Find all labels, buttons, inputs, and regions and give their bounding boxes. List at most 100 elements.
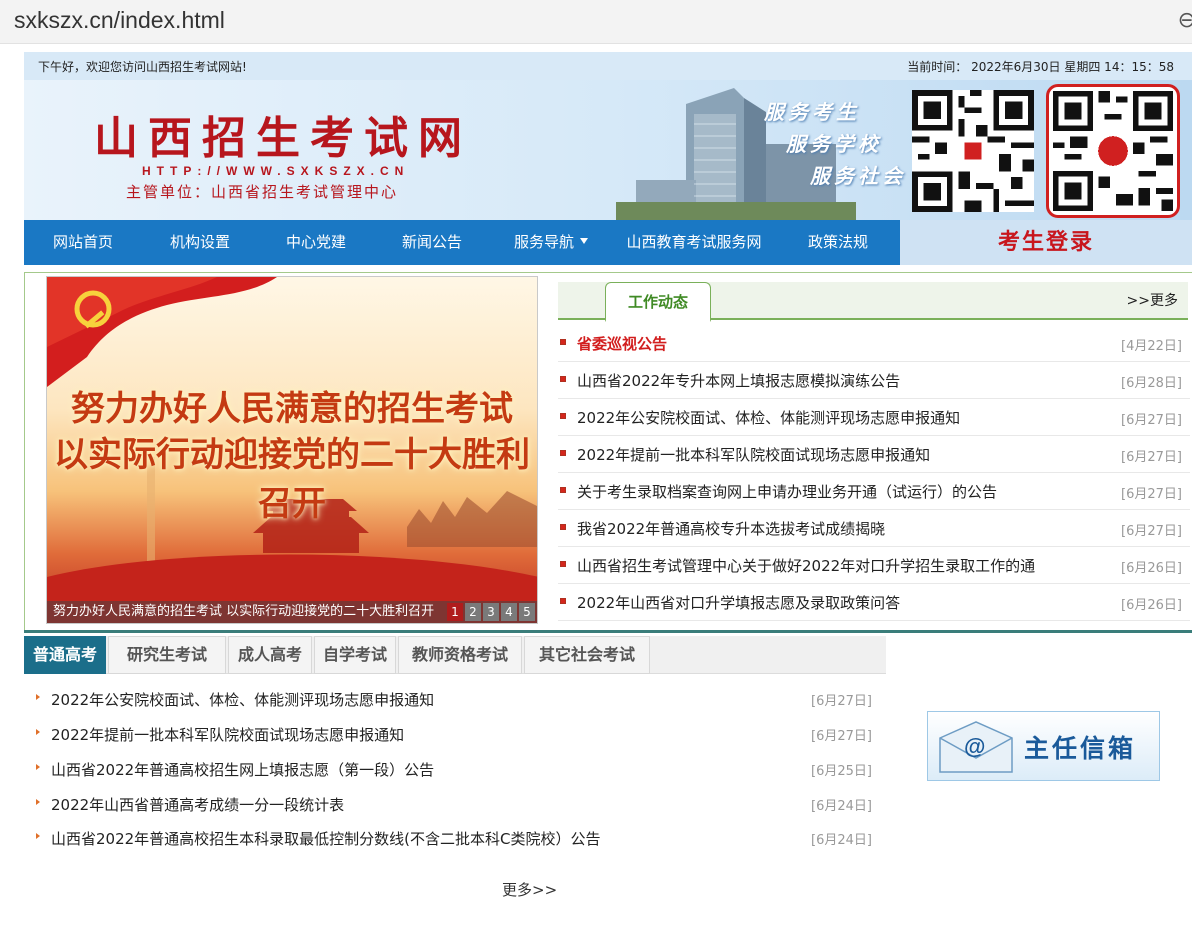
nav-label: 山西教育考试服务网 bbox=[626, 233, 762, 251]
news-item: 2022年公安院校面试、体检、体能测评现场志愿申报通知 [6月27日] bbox=[558, 399, 1190, 436]
qr-code-icon bbox=[1046, 84, 1180, 218]
nav-item-party[interactable]: 中心党建 bbox=[258, 220, 374, 265]
nav-item-exam-service[interactable]: 山西教育考试服务网 bbox=[612, 220, 776, 265]
news-title[interactable]: 2022年公安院校面试、体检、体能测评现场志愿申报通知 bbox=[577, 407, 960, 428]
list-item-title[interactable]: 2022年提前一批本科军队院校面试现场志愿申报通知 bbox=[51, 724, 404, 745]
tab-graduate-exam[interactable]: 研究生考试 bbox=[108, 636, 226, 674]
section-divider bbox=[24, 630, 1192, 633]
news-date: [4月22日] bbox=[1121, 339, 1182, 354]
address-url[interactable]: sxkszx.cn/index.html bbox=[14, 7, 225, 34]
news-title[interactable]: 山西省2022年专升本网上填报志愿模拟演练公告 bbox=[577, 370, 900, 391]
site-banner: 山西招生考试网 HTTP://WWW.SXKSZX.CN 主管单位：山西省招生考… bbox=[24, 80, 1192, 220]
nav-label: 服务导航 bbox=[513, 233, 574, 251]
news-item: 关于考生录取档案查询网上申请办理业务开通（试运行）的公告 [6月27日] bbox=[558, 473, 1190, 510]
list-item-title[interactable]: 山西省2022年普通高校招生网上填报志愿（第一段）公告 bbox=[51, 759, 434, 780]
main-nav: 网站首页 机构设置 中心党建 新闻公告 服务导航 山西教育考试服务网 政策法规 bbox=[24, 220, 900, 265]
bullet-icon bbox=[560, 376, 566, 382]
nav-item-policy[interactable]: 政策法规 bbox=[776, 220, 900, 265]
list-item-date: [6月27日] bbox=[811, 729, 872, 744]
nav-label: 网站首页 bbox=[52, 233, 113, 251]
slide-page-2[interactable]: 2 bbox=[465, 603, 481, 621]
bullet-icon bbox=[560, 450, 566, 456]
slogan-1: 服务考生 bbox=[764, 100, 860, 124]
bullet-icon bbox=[560, 561, 566, 567]
news-title[interactable]: 关于考生录取档案查询网上申请办理业务开通（试运行）的公告 bbox=[577, 481, 997, 502]
nav-label: 政策法规 bbox=[807, 233, 868, 251]
welcome-text: 下午好，欢迎您访问山西招生考试网站! bbox=[38, 60, 247, 74]
browser-address-bar: sxkszx.cn/index.html ⊖ bbox=[0, 0, 1192, 44]
exam-tabs: 普通高考 研究生考试 成人高考 自学考试 教师资格考试 其它社会考试 bbox=[24, 636, 886, 674]
tab-gaokao[interactable]: 普通高考 bbox=[24, 636, 106, 674]
slide-headline-2: 以实际行动迎接党的二十大胜利召开 bbox=[54, 435, 530, 524]
work-more-link[interactable]: >>更多 bbox=[1127, 290, 1178, 310]
nav-label: 新闻公告 bbox=[401, 233, 462, 251]
bullet-icon bbox=[560, 339, 566, 345]
list-item-date: [6月27日] bbox=[811, 694, 872, 709]
slogan-2: 服务学校 bbox=[786, 132, 882, 156]
nav-label: 中心党建 bbox=[285, 233, 346, 251]
news-item: 山西省招生考试管理中心关于做好2022年对口升学招生录取工作的通 [6月26日] bbox=[558, 547, 1190, 584]
tab-self-study[interactable]: 自学考试 bbox=[314, 636, 396, 674]
top-strip: 下午好，欢迎您访问山西招生考试网站! 当前时间： 2022年6月30日 星期四 … bbox=[24, 52, 1192, 80]
mail-at-icon: @ bbox=[939, 721, 1013, 773]
news-item: 2022年山西省对口升学填报志愿及录取政策问答 [6月26日] bbox=[558, 584, 1190, 621]
list-item-title[interactable]: 2022年公安院校面试、体检、体能测评现场志愿申报通知 bbox=[51, 689, 434, 710]
arrow-icon bbox=[36, 694, 40, 700]
list-item-title[interactable]: 2022年山西省普通高考成绩一分一段统计表 bbox=[51, 794, 344, 815]
nav-item-organization[interactable]: 机构设置 bbox=[142, 220, 258, 265]
nav-item-service[interactable]: 服务导航 bbox=[490, 220, 612, 265]
slide-page-1[interactable]: 1 bbox=[447, 603, 463, 621]
current-time: 当前时间： 2022年6月30日 星期四 14：15：58 bbox=[907, 60, 1174, 74]
news-date: [6月27日] bbox=[1121, 450, 1182, 465]
director-mailbox-button[interactable]: @ 主任信箱 bbox=[927, 711, 1160, 781]
bullet-icon bbox=[560, 487, 566, 493]
nav-item-news[interactable]: 新闻公告 bbox=[374, 220, 490, 265]
bullet-icon bbox=[560, 598, 566, 604]
slideshow[interactable]: 努力办好人民满意的招生考试 以实际行动迎接党的二十大胜利召开 努力办好人民满意的… bbox=[46, 276, 538, 624]
list-item: 山西省2022年普通高校招生本科录取最低控制分数线(不含二批本科C类院校）公告 … bbox=[24, 820, 886, 854]
news-item: 我省2022年普通高校专升本选拔考试成绩揭晓 [6月27日] bbox=[558, 510, 1190, 547]
tab-work-news[interactable]: 工作动态 bbox=[605, 282, 711, 322]
news-date: [6月27日] bbox=[1121, 413, 1182, 428]
work-news-header: 工作动态 >>更多 bbox=[558, 282, 1188, 322]
list-item: 2022年山西省普通高考成绩一分一段统计表 [6月24日] bbox=[24, 786, 886, 820]
news-date: [6月27日] bbox=[1121, 487, 1182, 502]
arrow-icon bbox=[36, 833, 40, 839]
student-login-button[interactable]: 考生登录 bbox=[900, 220, 1192, 265]
list-item: 2022年提前一批本科军队院校面试现场志愿申报通知 [6月27日] bbox=[24, 716, 886, 750]
slide-headline-1: 努力办好人民满意的招生考试 bbox=[71, 389, 513, 429]
bullet-icon bbox=[560, 413, 566, 419]
arrow-icon bbox=[36, 764, 40, 770]
news-item: 山西省2022年专升本网上填报志愿模拟演练公告 [6月28日] bbox=[558, 362, 1190, 399]
news-title[interactable]: 省委巡视公告 bbox=[577, 333, 667, 354]
site-title: 山西招生考试网 bbox=[94, 113, 472, 164]
slide-page-3[interactable]: 3 bbox=[483, 603, 499, 621]
slide-pager: 1 2 3 4 5 bbox=[447, 603, 535, 621]
news-date: [6月26日] bbox=[1121, 561, 1182, 576]
nav-item-home[interactable]: 网站首页 bbox=[24, 220, 142, 265]
news-item: 2022年提前一批本科军队院校面试现场志愿申报通知 [6月27日] bbox=[558, 436, 1190, 473]
tab-other-exams[interactable]: 其它社会考试 bbox=[524, 636, 650, 674]
tab-teacher-cert[interactable]: 教师资格考试 bbox=[398, 636, 522, 674]
arrow-icon bbox=[36, 799, 40, 805]
slide-page-5[interactable]: 5 bbox=[519, 603, 535, 621]
list-item-date: [6月24日] bbox=[811, 833, 872, 848]
news-item: 省委巡视公告 [4月22日] bbox=[558, 325, 1190, 362]
news-title[interactable]: 2022年提前一批本科军队院校面试现场志愿申报通知 bbox=[577, 444, 930, 465]
list-item-date: [6月25日] bbox=[811, 764, 872, 779]
news-title[interactable]: 2022年山西省对口升学填报志愿及录取政策问答 bbox=[577, 592, 900, 613]
zoom-icon[interactable]: ⊖ bbox=[1178, 8, 1192, 33]
tab-adult-exam[interactable]: 成人高考 bbox=[228, 636, 312, 674]
nav-label: 机构设置 bbox=[169, 233, 230, 251]
news-title[interactable]: 山西省招生考试管理中心关于做好2022年对口升学招生录取工作的通 bbox=[577, 555, 1035, 576]
news-title[interactable]: 我省2022年普通高校专升本选拔考试成绩揭晓 bbox=[577, 518, 885, 539]
site-url: HTTP://WWW.SXKSZX.CN bbox=[142, 164, 410, 178]
admin-unit: 主管单位：山西省招生考试管理中心 bbox=[126, 183, 399, 201]
list-item: 2022年公安院校面试、体检、体能测评现场志愿申报通知 [6月27日] bbox=[24, 681, 886, 715]
news-date: [6月26日] bbox=[1121, 598, 1182, 613]
chevron-down-icon bbox=[580, 238, 588, 244]
slide-page-4[interactable]: 4 bbox=[501, 603, 517, 621]
exam-more-link[interactable]: 更多>> bbox=[502, 879, 557, 900]
list-item-title[interactable]: 山西省2022年普通高校招生本科录取最低控制分数线(不含二批本科C类院校）公告 bbox=[51, 828, 601, 849]
bullet-icon bbox=[560, 524, 566, 530]
